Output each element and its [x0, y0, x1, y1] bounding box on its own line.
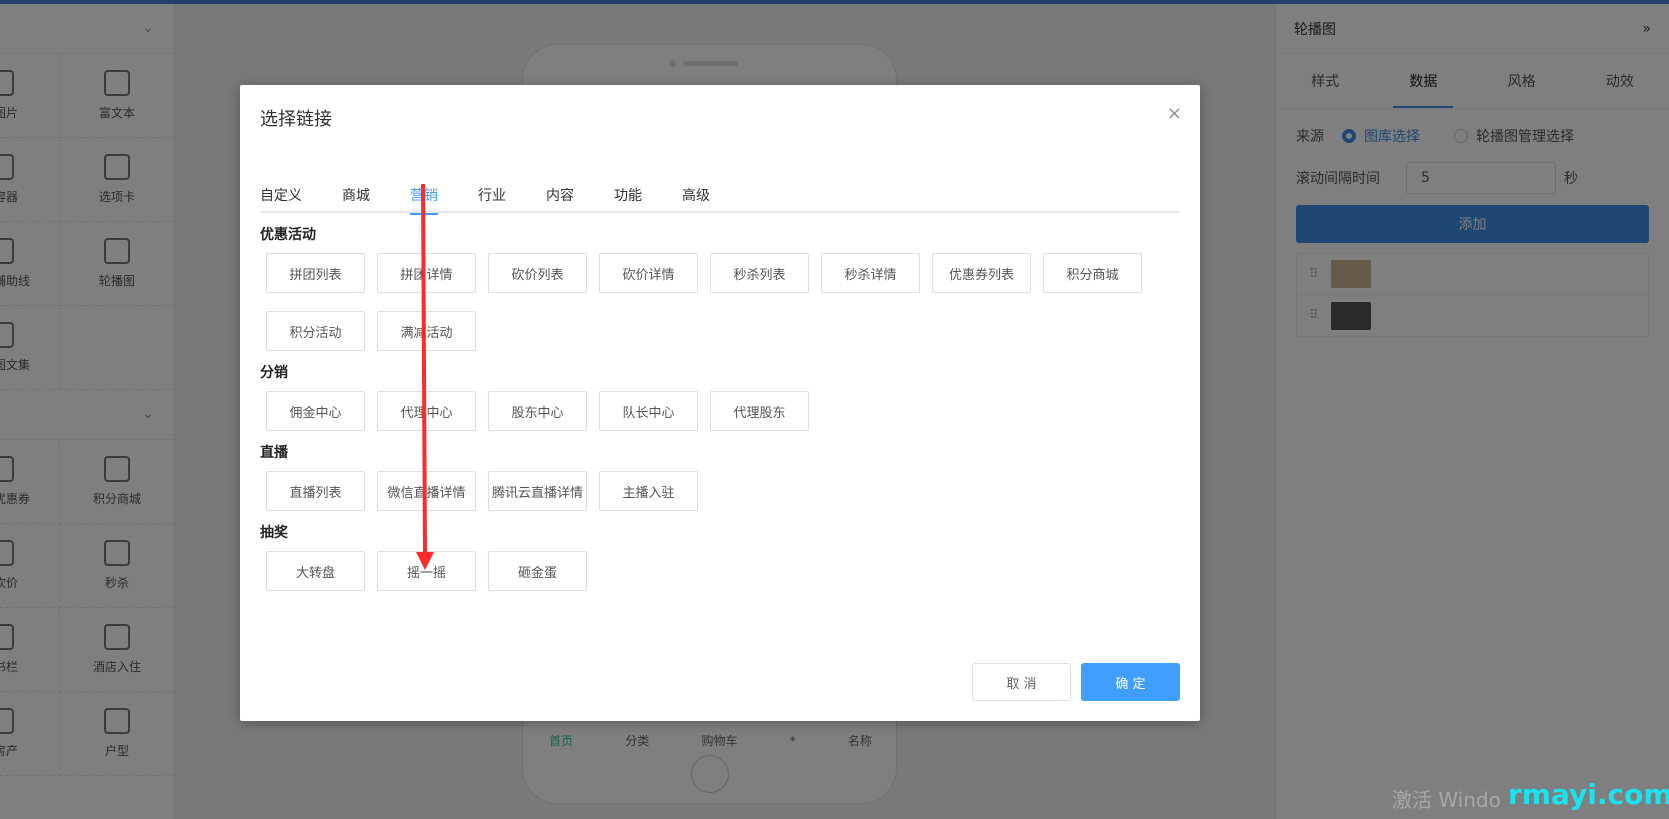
link-option-button[interactable]: 代理股东 — [710, 391, 809, 431]
link-option-button[interactable]: 直播列表 — [266, 471, 365, 511]
link-button-group: 拼团列表 拼团详情 砍价列表 砍价详情 秒杀列表 秒杀详情 优惠券列表 积分商城积分活动 满减活… — [260, 247, 1160, 359]
dialog-title: 选择链接 — [260, 109, 332, 130]
link-option-button[interactable]: 秒杀列表 — [710, 253, 809, 293]
link-option-button[interactable]: 微信直播详情 — [377, 471, 476, 511]
link-option-button[interactable]: 主播入驻 — [599, 471, 698, 511]
link-option-button[interactable]: 腾讯云直播详情 — [488, 471, 587, 511]
section-title: 优惠活动 — [260, 227, 316, 243]
link-option-button[interactable]: 积分活动 — [266, 311, 365, 351]
link-sections: 优惠活动拼团列表 拼团详情 砍价列表 砍价详情 秒杀列表 秒杀详情 优惠券列表 积分商城积分活… — [260, 221, 1180, 599]
link-option-button[interactable]: 摇一摇 — [377, 551, 476, 591]
tab-link-category[interactable]: 内容 — [526, 177, 594, 213]
link-option-button[interactable]: 砍价详情 — [599, 253, 698, 293]
link-option-button[interactable]: 大转盘 — [266, 551, 365, 591]
link-option-button[interactable]: 拼团列表 — [266, 253, 365, 293]
confirm-button[interactable]: 确 定 — [1081, 663, 1180, 701]
link-option-button[interactable]: 满减活动 — [377, 311, 476, 351]
tab-link-category[interactable]: 功能 — [594, 177, 662, 213]
tab-link-category[interactable]: 商城 — [322, 177, 390, 213]
cancel-button[interactable]: 取 消 — [972, 663, 1071, 701]
dialog-footer: 取 消 确 定 — [972, 663, 1180, 701]
link-option-button[interactable]: 积分商城 — [1043, 253, 1142, 293]
link-button-group: 直播列表 微信直播详情 腾讯云直播详情 主播入驻 — [260, 465, 1160, 519]
site-watermark: rmayi.com — [1508, 778, 1669, 811]
close-icon[interactable]: × — [1167, 103, 1182, 124]
tab-link-category[interactable]: 高级 — [662, 177, 730, 213]
section-title: 直播 — [260, 445, 288, 461]
link-category-tabs: 自定义 商城 营销 行业 内容 功能 高级 — [260, 177, 1180, 215]
link-option-button[interactable]: 砍价列表 — [488, 253, 587, 293]
link-option-button[interactable]: 代理中心 — [377, 391, 476, 431]
link-option-button[interactable]: 秒杀详情 — [821, 253, 920, 293]
link-button-group: 大转盘 摇一摇 砸金蛋 — [260, 545, 1160, 599]
select-link-dialog: 选择链接 × 自定义 商城 营销 行业 内容 功能 高级 优惠活动拼团列表 拼团详情 砍价列表砍… — [240, 85, 1200, 721]
link-option-button[interactable]: 佣金中心 — [266, 391, 365, 431]
link-option-button[interactable]: 优惠券列表 — [932, 253, 1031, 293]
link-option-button[interactable]: 砸金蛋 — [488, 551, 587, 591]
section-title: 分销 — [260, 365, 288, 381]
tab-link-category[interactable]: 自定义 — [260, 177, 322, 213]
link-option-button[interactable]: 股东中心 — [488, 391, 587, 431]
tab-link-category[interactable]: 营销 — [390, 177, 458, 215]
section-title: 抽奖 — [260, 525, 288, 541]
link-button-group: 佣金中心 代理中心 股东中心 队长中心 代理股东 — [260, 385, 1160, 439]
windows-activation-watermark: 激活 Windo — [1392, 788, 1501, 812]
link-option-button[interactable]: 拼团详情 — [377, 253, 476, 293]
link-option-button[interactable]: 队长中心 — [599, 391, 698, 431]
tab-link-category[interactable]: 行业 — [458, 177, 526, 213]
